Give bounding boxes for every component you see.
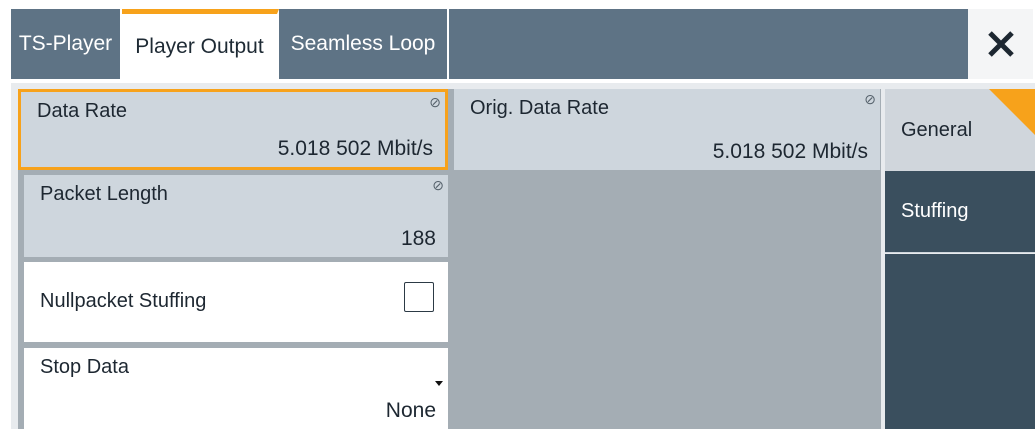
data-rate-label: Data Rate (37, 100, 128, 122)
tab-label: Seamless Loop (290, 32, 436, 55)
orig-data-rate-label: Orig. Data Rate (470, 97, 609, 119)
content-area: Data Rate ⊘ 5.018 502 Mbit/s Orig. Data … (11, 83, 1035, 429)
close-button[interactable] (968, 9, 1033, 79)
side-tab-general[interactable]: General (885, 89, 1035, 171)
read-only-icon: ⊘ (432, 177, 444, 193)
nullpacket-stuffing-checkbox[interactable] (404, 282, 434, 312)
tab-label: Player Output (135, 34, 264, 58)
tab-bar: TS-Player Player Output Seamless Loop (11, 9, 1033, 79)
tab-label: TS-Player (18, 32, 113, 55)
side-tab-stuffing[interactable]: Stuffing (885, 171, 1035, 253)
nullpacket-stuffing-label: Nullpacket Stuffing (40, 290, 207, 312)
orig-data-rate-field[interactable]: Orig. Data Rate ⊘ 5.018 502 Mbit/s (454, 89, 880, 170)
side-tab-label: General (901, 118, 973, 141)
tab-player-output[interactable]: Player Output (122, 9, 279, 79)
dialog: TS-Player Player Output Seamless Loop Da… (0, 0, 1035, 429)
dropdown-arrow-icon (435, 381, 443, 386)
orig-data-rate-value: 5.018 502 Mbit/s (712, 140, 868, 163)
stop-data-value: None (385, 399, 436, 422)
tab-seamless-loop[interactable]: Seamless Loop (279, 9, 449, 79)
packet-length-value: 188 (400, 227, 436, 250)
close-icon (987, 31, 1014, 57)
data-rate-field[interactable]: Data Rate ⊘ 5.018 502 Mbit/s (18, 89, 448, 170)
read-only-icon: ⊘ (864, 91, 876, 107)
packet-length-field[interactable]: Packet Length ⊘ 188 (24, 175, 448, 257)
stop-data-label: Stop Data (40, 356, 129, 378)
active-corner-icon (989, 89, 1035, 135)
nullpacket-stuffing-field[interactable]: Nullpacket Stuffing (24, 262, 448, 342)
stop-data-field[interactable]: Stop Data None (24, 348, 448, 429)
side-tab-label: Stuffing (901, 200, 969, 222)
data-rate-value: 5.018 502 Mbit/s (277, 137, 433, 160)
side-tab-empty (885, 254, 1035, 429)
read-only-icon: ⊘ (429, 94, 441, 110)
tab-ts-player[interactable]: TS-Player (11, 9, 122, 79)
packet-length-label: Packet Length (40, 183, 168, 205)
